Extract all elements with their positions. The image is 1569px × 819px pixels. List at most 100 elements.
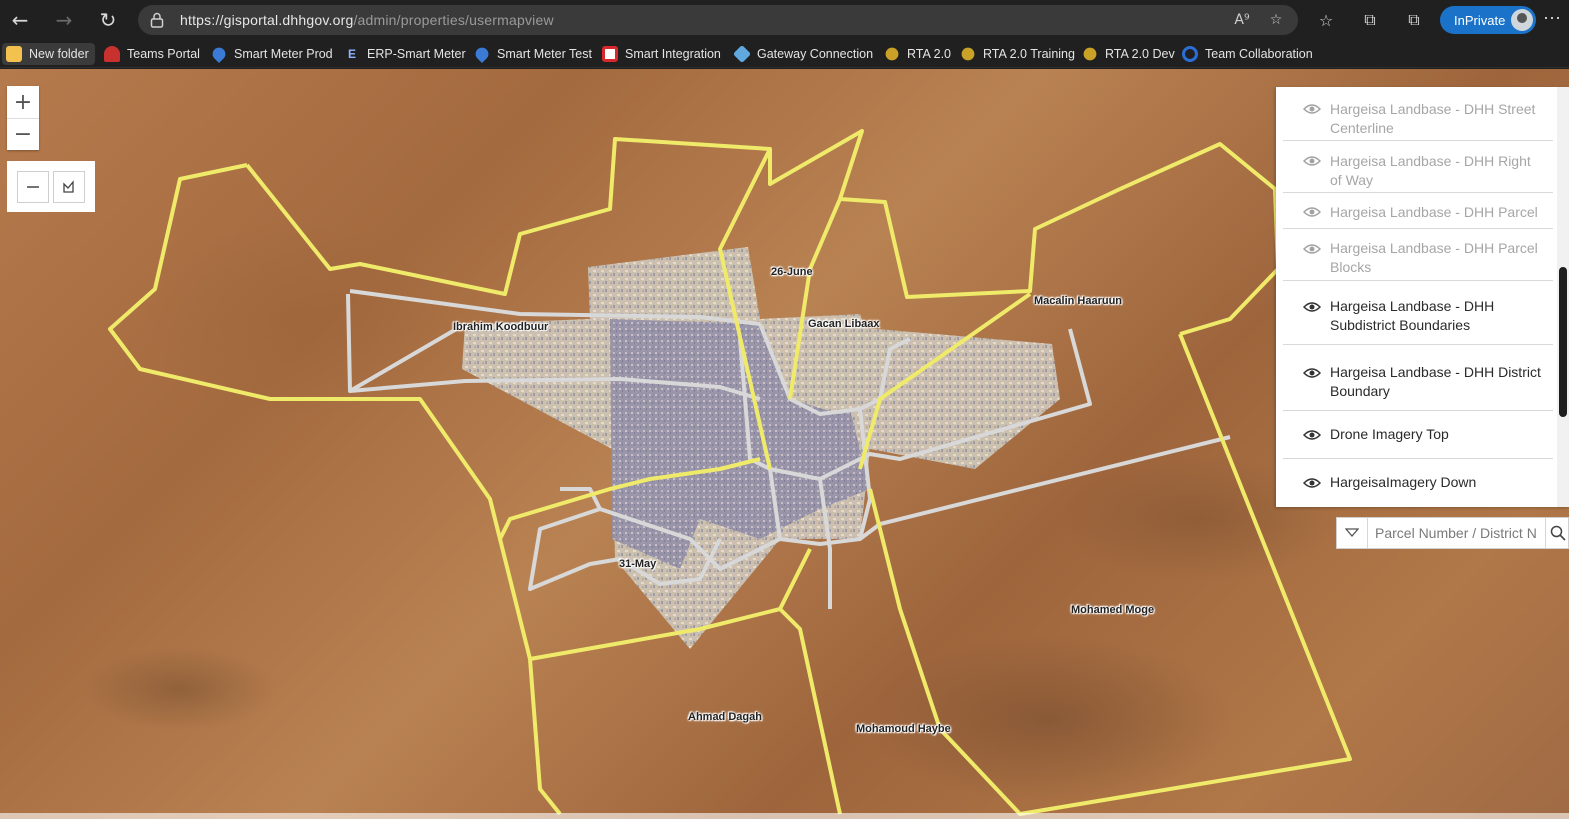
add-favorite-icon[interactable]: ☆ xyxy=(1266,10,1286,30)
bookmark-team-collaboration[interactable]: Team Collaboration xyxy=(1182,43,1313,65)
line-icon xyxy=(27,186,39,188)
inprivate-label: InPrivate xyxy=(1454,13,1506,28)
bookmark-smart-meter-test[interactable]: Smart Meter Test xyxy=(472,43,592,65)
eye-icon[interactable] xyxy=(1303,429,1321,441)
bookmark-gateway-connection[interactable]: Gateway Connection xyxy=(732,43,874,65)
drone-imagery-layer xyxy=(462,247,1060,649)
bookmark-label: RTA 2.0 Training xyxy=(983,47,1075,61)
eye-icon[interactable] xyxy=(1303,301,1321,313)
address-bar[interactable]: https://gisportal.dhhgov.org/admin/prope… xyxy=(138,5,1298,35)
layer-label: HargeisaImagery Down xyxy=(1330,474,1477,490)
eye-icon[interactable] xyxy=(1303,103,1321,115)
district-label: Macalin Haaruun xyxy=(1034,295,1123,307)
scrollbar-thumb[interactable] xyxy=(1559,267,1567,417)
district-label: Ibrahim Koodbuur xyxy=(453,321,549,333)
layer-label: Hargeisa Landbase - DHH Parcel Blocks xyxy=(1330,240,1538,275)
layer-label: Hargeisa Landbase - DHH Right of Way xyxy=(1330,153,1531,188)
forward-arrow-icon[interactable]: → xyxy=(50,6,78,34)
layer-list-panel: Hargeisa Landbase - DHH Street Centerlin… xyxy=(1276,87,1569,507)
layer-item-right-of-way[interactable]: Hargeisa Landbase - DHH Right of Way xyxy=(1283,143,1553,193)
search-button[interactable] xyxy=(1545,518,1569,548)
bookmark-label: Smart Meter Test xyxy=(497,47,592,61)
draw-line-button[interactable] xyxy=(17,171,49,203)
erp-icon: E xyxy=(347,47,356,61)
bookmark-label: RTA 2.0 xyxy=(907,47,952,61)
inprivate-button[interactable]: InPrivate xyxy=(1440,6,1536,34)
chevron-down-icon xyxy=(1345,528,1359,537)
layer-label: Hargeisa Landbase - DHH Subdistrict Boun… xyxy=(1330,298,1495,333)
url-host: https://gisportal.dhhgov.org xyxy=(180,12,354,28)
more-menu-icon[interactable]: ⋯ xyxy=(1543,8,1562,29)
search-type-dropdown[interactable] xyxy=(1337,518,1368,548)
bookmark-erp-smart-meter[interactable]: E ERP-Smart Meter xyxy=(344,43,466,65)
lock-icon xyxy=(150,12,164,28)
layer-panel-scrollbar[interactable] xyxy=(1557,87,1569,507)
map-attribution-bar xyxy=(0,813,1569,819)
search-input[interactable] xyxy=(1369,518,1545,548)
eye-icon[interactable] xyxy=(1303,367,1321,379)
eye-icon[interactable] xyxy=(1303,206,1321,218)
integration-icon xyxy=(602,46,618,62)
rta-icon xyxy=(961,47,975,61)
layer-label: Hargeisa Landbase - DHH District Boundar… xyxy=(1330,364,1541,399)
browser-toolbar: ← → ↻ https://gisportal.dhhgov.org/admin… xyxy=(0,0,1569,40)
bookmark-label: Teams Portal xyxy=(127,47,200,61)
district-label: Ahmad Dagah xyxy=(688,711,762,723)
bookmark-teams-portal[interactable]: Teams Portal xyxy=(104,43,200,65)
eye-icon[interactable] xyxy=(1303,243,1321,255)
zoom-control: + − xyxy=(7,86,39,150)
bookmark-label: New folder xyxy=(29,47,89,61)
avatar xyxy=(1511,9,1533,31)
bookmark-label: Team Collaboration xyxy=(1205,47,1313,61)
layer-item-parcel[interactable]: Hargeisa Landbase - DHH Parcel xyxy=(1283,195,1553,229)
rta-icon xyxy=(885,47,899,61)
teams-icon xyxy=(104,46,120,62)
map-canvas[interactable]: 26-June Ibrahim Koodbuur Gacan Libaax Ma… xyxy=(0,69,1569,819)
district-label: Gacan Libaax xyxy=(808,318,880,330)
eye-icon[interactable] xyxy=(1303,155,1321,167)
layer-item-district-boundary[interactable]: Hargeisa Landbase - DHH District Boundar… xyxy=(1283,347,1553,411)
bookmark-rta-2-dev[interactable]: RTA 2.0 Dev xyxy=(1082,43,1175,65)
bookmark-new-folder[interactable]: New folder xyxy=(2,43,95,65)
bookmark-label: RTA 2.0 Dev xyxy=(1105,47,1175,61)
bookmarks-bar: New folder Teams Portal Smart Meter Prod… xyxy=(0,40,1569,68)
layer-label: Hargeisa Landbase - DHH Street Centerlin… xyxy=(1330,101,1536,136)
parcel-search xyxy=(1336,517,1569,549)
bookmark-label: Smart Integration xyxy=(625,47,721,61)
layer-item-subdistrict-boundaries[interactable]: Hargeisa Landbase - DHH Subdistrict Boun… xyxy=(1283,283,1553,345)
url-path: /admin/properties/usermapview xyxy=(353,12,554,28)
bookmark-smart-integration[interactable]: Smart Integration xyxy=(602,43,721,65)
bookmark-label: Gateway Connection xyxy=(757,47,874,61)
bookmark-rta-2-training[interactable]: RTA 2.0 Training xyxy=(960,43,1075,65)
collaboration-icon xyxy=(1182,46,1198,62)
district-label: 31-May xyxy=(619,558,657,570)
bookmark-label: ERP-Smart Meter xyxy=(367,47,466,61)
water-drop-icon xyxy=(209,44,229,64)
read-aloud-icon[interactable]: A⁹ xyxy=(1232,10,1252,30)
url-text[interactable]: https://gisportal.dhhgov.org/admin/prope… xyxy=(180,12,554,28)
zoom-in-button[interactable]: + xyxy=(7,86,39,118)
gateway-icon xyxy=(732,44,752,64)
bookmark-rta-2[interactable]: RTA 2.0 xyxy=(884,43,951,65)
favorites-icon[interactable]: ☆ xyxy=(1314,8,1338,32)
layer-label: Hargeisa Landbase - DHH Parcel xyxy=(1330,204,1538,220)
back-arrow-icon[interactable]: ← xyxy=(6,6,34,34)
eye-icon[interactable] xyxy=(1303,477,1321,489)
refresh-icon[interactable]: ↻ xyxy=(94,6,122,34)
zoom-out-button[interactable]: − xyxy=(7,118,39,150)
bookmark-smart-meter-prod[interactable]: Smart Meter Prod xyxy=(209,43,333,65)
polygon-icon xyxy=(63,180,74,193)
layer-item-parcel-blocks[interactable]: Hargeisa Landbase - DHH Parcel Blocks xyxy=(1283,231,1553,281)
layer-label: Drone Imagery Top xyxy=(1330,426,1449,442)
browser-essentials-icon[interactable]: ⧉ xyxy=(1402,8,1426,32)
rta-icon xyxy=(1083,47,1097,61)
layer-item-street-centerline[interactable]: Hargeisa Landbase - DHH Street Centerlin… xyxy=(1283,91,1553,141)
draw-toolbar xyxy=(7,161,95,212)
collections-icon[interactable]: ⧉ xyxy=(1358,8,1382,32)
bookmark-label: Smart Meter Prod xyxy=(234,47,333,61)
search-icon xyxy=(1550,525,1566,541)
layer-item-drone-imagery-top[interactable]: Drone Imagery Top xyxy=(1283,413,1553,459)
folder-icon xyxy=(6,46,22,62)
layer-item-hargeisa-imagery-down[interactable]: HargeisaImagery Down xyxy=(1283,461,1553,507)
draw-polygon-button[interactable] xyxy=(53,171,85,203)
